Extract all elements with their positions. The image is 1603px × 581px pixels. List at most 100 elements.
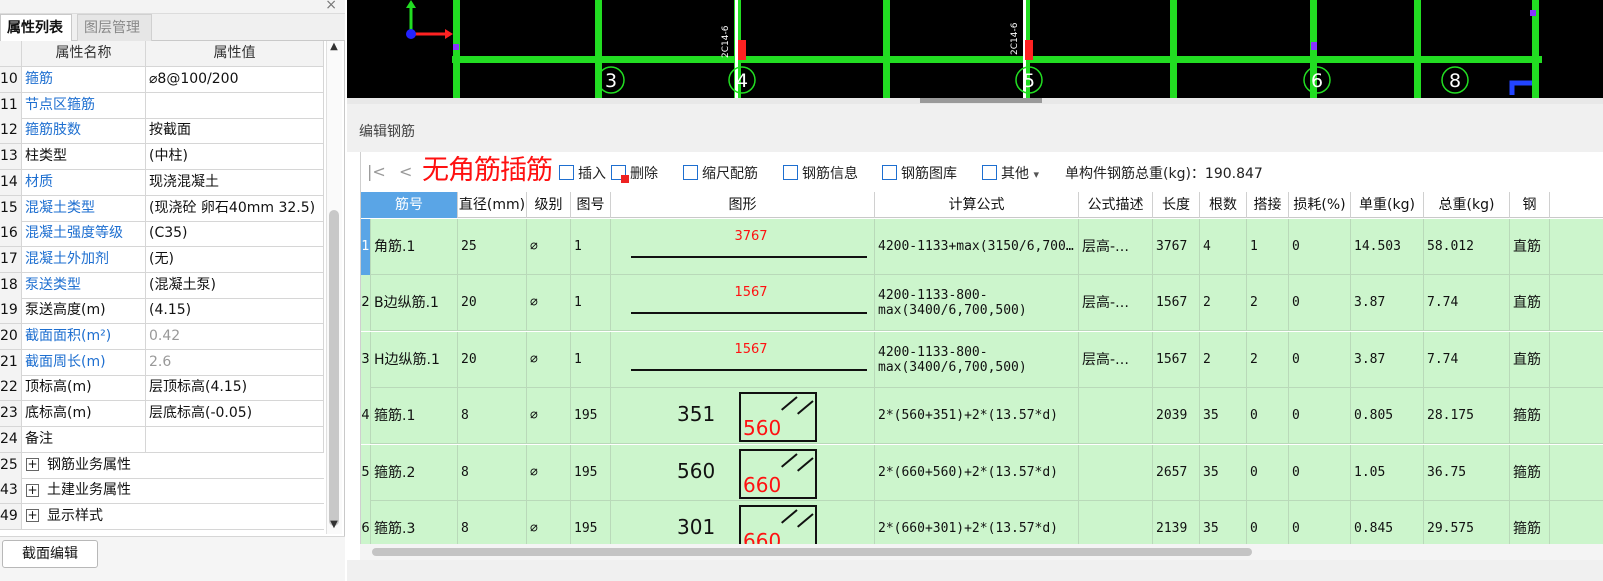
table-row[interactable]: 2 B边纵筋.1 20 ⌀ 1 1567 4200-1133-800-max(3400/6,… xyxy=(361,275,1603,332)
cell-dia[interactable]: 20 xyxy=(458,275,527,332)
property-row[interactable]: 10 箍筋 ⌀8@100/200 xyxy=(0,67,324,93)
property-row[interactable]: 19 泵送高度(m) (4.15) xyxy=(0,298,324,325)
cell-unit[interactable]: 3.87 xyxy=(1351,331,1424,388)
column-header[interactable]: 根数 xyxy=(1200,192,1247,218)
cell-total[interactable]: 58.012 xyxy=(1424,219,1510,275)
property-row[interactable]: 23 底标高(m) 层底标高(-0.05) xyxy=(0,401,324,428)
cell-dia[interactable]: 25 xyxy=(458,219,527,275)
column-header[interactable]: 筋号 xyxy=(361,192,458,218)
property-value[interactable]: 现浇混凝土 xyxy=(146,169,324,195)
cell-lap[interactable]: 1 xyxy=(1247,219,1289,275)
cell-fig[interactable]: 195 xyxy=(571,388,611,445)
property-value[interactable]: (中柱) xyxy=(146,144,324,170)
cell-lap[interactable]: 2 xyxy=(1247,331,1289,388)
property-value[interactable]: (无) xyxy=(146,246,324,272)
cell-loss[interactable]: 0 xyxy=(1289,275,1351,332)
cell-fig[interactable]: 1 xyxy=(571,331,611,388)
cell-lap[interactable]: 2 xyxy=(1247,275,1289,332)
cell-dia[interactable]: 8 xyxy=(458,501,527,544)
property-row[interactable]: 18 泵送类型 (混凝土泵) xyxy=(0,272,324,299)
cell-desc[interactable]: 层高-… xyxy=(1079,219,1153,275)
cell-count[interactable]: 2 xyxy=(1200,331,1247,388)
table-row[interactable]: 6 箍筋.3 8 ⌀ 195 301 660 2*(660+301)+2*(13.57*d) 2… xyxy=(361,501,1603,544)
cell-loss[interactable]: 0 xyxy=(1289,444,1351,501)
property-row[interactable]: 25 + 钢筋业务属性 xyxy=(0,452,324,479)
table-row[interactable]: 5 箍筋.2 8 ⌀ 195 560 660 2*(660+560)+2*(13.57*d) 2… xyxy=(361,444,1603,501)
row-number[interactable]: 2 xyxy=(361,275,371,332)
rebar-shape-line[interactable]: 1567 xyxy=(611,331,875,388)
cell-unit[interactable]: 1.05 xyxy=(1351,444,1424,501)
rebar-shape-line[interactable]: 3767 xyxy=(611,219,875,275)
property-value[interactable]: 层底标高(-0.05) xyxy=(146,401,324,427)
cell-formula[interactable]: 4200-1133-800-max(3400/6,700,500) xyxy=(875,275,1079,332)
row-number[interactable]: 5 xyxy=(361,444,371,501)
property-row[interactable]: 20 截面面积(m²) 0.42 xyxy=(0,324,324,350)
column-header[interactable]: 图形 xyxy=(611,192,875,218)
property-value[interactable]: 层顶标高(4.15) xyxy=(146,375,324,401)
table-row[interactable]: 1 角筋.1 25 ⌀ 1 3767 4200-1133+max(3150/6,700… 层高… xyxy=(361,219,1603,275)
property-value[interactable]: 按截面 xyxy=(146,118,324,144)
tab-layer-management[interactable]: 图层管理 xyxy=(77,14,152,41)
cell-name[interactable]: 角筋.1 xyxy=(371,219,458,275)
property-value[interactable] xyxy=(146,92,324,118)
column-header[interactable]: 公式描述 xyxy=(1079,192,1153,218)
cell-desc[interactable]: 层高-… xyxy=(1079,331,1153,388)
property-value[interactable]: (4.15) xyxy=(146,298,324,324)
insert-button[interactable]: 插入 xyxy=(559,163,606,183)
column-header[interactable]: 直径(mm) xyxy=(458,192,527,218)
property-row[interactable]: 21 截面周长(m) 2.6 xyxy=(0,349,324,376)
cell-desc[interactable] xyxy=(1079,444,1153,501)
rebar-shape-stirrup[interactable]: 301 660 xyxy=(611,501,875,544)
cell-tail[interactable]: 箍筋 xyxy=(1510,388,1550,445)
cell-len[interactable]: 2139 xyxy=(1153,501,1200,544)
cell-loss[interactable]: 0 xyxy=(1289,388,1351,445)
cell-loss[interactable]: 0 xyxy=(1289,331,1351,388)
cell-count[interactable]: 35 xyxy=(1200,501,1247,544)
table-row[interactable]: 3 H边纵筋.1 20 ⌀ 1 1567 4200-1133-800-max(3400/6,… xyxy=(361,331,1603,388)
cell-name[interactable]: 箍筋.2 xyxy=(371,444,458,501)
cell-count[interactable]: 35 xyxy=(1200,388,1247,445)
property-value[interactable] xyxy=(146,426,324,452)
cell-tail[interactable]: 箍筋 xyxy=(1510,444,1550,501)
property-row[interactable]: 13 柱类型 (中柱) xyxy=(0,144,324,171)
property-value[interactable]: 2.6 xyxy=(146,349,324,375)
cell-formula[interactable]: 4200-1133+max(3150/6,700… xyxy=(875,219,1079,275)
cell-tail[interactable]: 箍筋 xyxy=(1510,501,1550,544)
cell-total[interactable]: 7.74 xyxy=(1424,331,1510,388)
cell-desc[interactable]: 层高-… xyxy=(1079,275,1153,332)
cell-unit[interactable]: 0.805 xyxy=(1351,388,1424,445)
cell-desc[interactable] xyxy=(1079,388,1153,445)
expand-icon[interactable]: + xyxy=(26,458,39,471)
cell-fig[interactable]: 1 xyxy=(571,219,611,275)
cell-unit[interactable]: 14.503 xyxy=(1351,219,1424,275)
cell-formula[interactable]: 2*(660+560)+2*(13.57*d) xyxy=(875,444,1079,501)
cell-tail[interactable]: 直筋 xyxy=(1510,219,1550,275)
close-icon[interactable]: × xyxy=(325,0,337,13)
column-header[interactable]: 图号 xyxy=(571,192,611,218)
cell-total[interactable]: 29.575 xyxy=(1424,501,1510,544)
property-row[interactable]: 17 混凝土外加剂 (无) xyxy=(0,246,324,273)
splitter-grip[interactable] xyxy=(920,98,1042,103)
column-header[interactable]: 级别 xyxy=(527,192,571,218)
cell-name[interactable]: H边纵筋.1 xyxy=(371,331,458,388)
cell-name[interactable]: B边纵筋.1 xyxy=(371,275,458,332)
cell-loss[interactable]: 0 xyxy=(1289,501,1351,544)
tab-property-list[interactable]: 属性列表 xyxy=(0,14,72,41)
column-header[interactable]: 计算公式 xyxy=(875,192,1079,218)
column-header[interactable]: 搭接 xyxy=(1247,192,1289,218)
property-row[interactable]: 43 + 土建业务属性 xyxy=(0,478,324,505)
property-row[interactable]: 11 节点区箍筋 xyxy=(0,92,324,119)
cell-fig[interactable]: 195 xyxy=(571,444,611,501)
cell-grade[interactable]: ⌀ xyxy=(527,331,571,388)
property-row[interactable]: 16 混凝土强度等级 (C35) xyxy=(0,221,324,248)
cell-loss[interactable]: 0 xyxy=(1289,219,1351,275)
rebar-shape-stirrup[interactable]: 560 660 xyxy=(611,444,875,501)
property-value[interactable]: ⌀8@100/200 xyxy=(146,67,324,92)
cell-tail[interactable]: 直筋 xyxy=(1510,275,1550,332)
cell-len[interactable]: 3767 xyxy=(1153,219,1200,275)
expand-icon[interactable]: + xyxy=(26,509,39,523)
cell-len[interactable]: 1567 xyxy=(1153,331,1200,388)
cell-unit[interactable]: 3.87 xyxy=(1351,275,1424,332)
cell-name[interactable]: 箍筋.3 xyxy=(371,501,458,544)
property-row[interactable]: 49 + 显示样式 xyxy=(0,503,324,530)
